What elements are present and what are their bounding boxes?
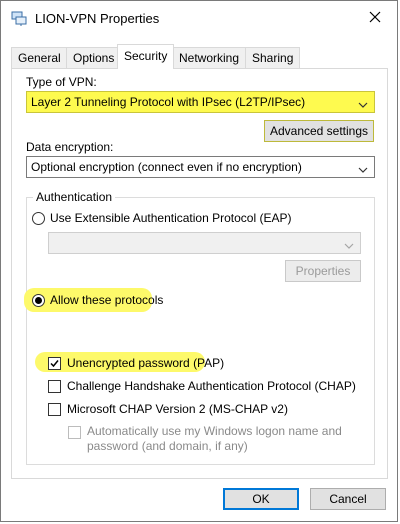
chevron-down-icon	[358, 163, 368, 173]
mschapv2-label: Microsoft CHAP Version 2 (MS-CHAP v2)	[67, 402, 288, 416]
properties-dialog: LION-VPN Properties General Options Secu…	[0, 0, 398, 522]
data-encryption-value: Optional encryption (connect even if no …	[31, 160, 302, 174]
title-bar: LION-VPN Properties	[1, 1, 397, 35]
auto-logon-label-line1: Automatically use my Windows logon name …	[87, 424, 342, 438]
allow-protocols-label: Allow these protocols	[50, 293, 164, 307]
close-button[interactable]	[361, 5, 389, 31]
chap-label: Challenge Handshake Authentication Proto…	[67, 379, 356, 393]
advanced-settings-button[interactable]: Advanced settings	[264, 120, 374, 142]
eap-radio[interactable]	[32, 212, 45, 225]
authentication-group-title: Authentication	[33, 190, 116, 204]
network-connection-icon	[11, 10, 27, 26]
chevron-down-icon	[358, 98, 368, 108]
security-panel: Type of VPN: Layer 2 Tunneling Protocol …	[11, 68, 388, 479]
pap-label: Unencrypted password (PAP)	[67, 356, 225, 370]
tab-options[interactable]: Options	[66, 47, 122, 68]
cancel-button[interactable]: Cancel	[310, 488, 386, 510]
vpn-type-select[interactable]: Layer 2 Tunneling Protocol with IPsec (L…	[26, 91, 375, 113]
eap-method-select[interactable]	[48, 232, 361, 254]
tab-sharing[interactable]: Sharing	[245, 47, 301, 68]
allow-protocols-radio[interactable]	[32, 294, 45, 307]
vpn-type-value: Layer 2 Tunneling Protocol with IPsec (L…	[31, 95, 306, 109]
checkmark-icon	[50, 360, 59, 368]
chap-checkbox[interactable]	[48, 380, 61, 393]
window-title: LION-VPN Properties	[35, 11, 160, 26]
tab-general[interactable]: General	[11, 47, 68, 68]
auto-logon-label-line2: password (and domain, if any)	[87, 439, 248, 453]
ok-button[interactable]: OK	[223, 488, 299, 510]
eap-properties-button[interactable]: Properties	[285, 260, 361, 282]
data-encryption-label: Data encryption:	[26, 140, 114, 154]
radio-selected-dot	[35, 297, 42, 304]
eap-radio-label: Use Extensible Authentication Protocol (…	[50, 211, 292, 225]
mschapv2-checkbox[interactable]	[48, 403, 61, 416]
data-encryption-select[interactable]: Optional encryption (connect even if no …	[26, 156, 375, 178]
tab-security[interactable]: Security	[117, 44, 175, 69]
pap-checkbox[interactable]	[48, 357, 61, 370]
tab-networking[interactable]: Networking	[172, 47, 247, 68]
vpn-type-label: Type of VPN:	[26, 75, 97, 89]
auto-logon-checkbox[interactable]	[68, 426, 81, 439]
chevron-down-icon	[344, 239, 354, 249]
authentication-group: Authentication Use Extensible Authentica…	[24, 190, 375, 465]
close-icon	[369, 11, 381, 26]
